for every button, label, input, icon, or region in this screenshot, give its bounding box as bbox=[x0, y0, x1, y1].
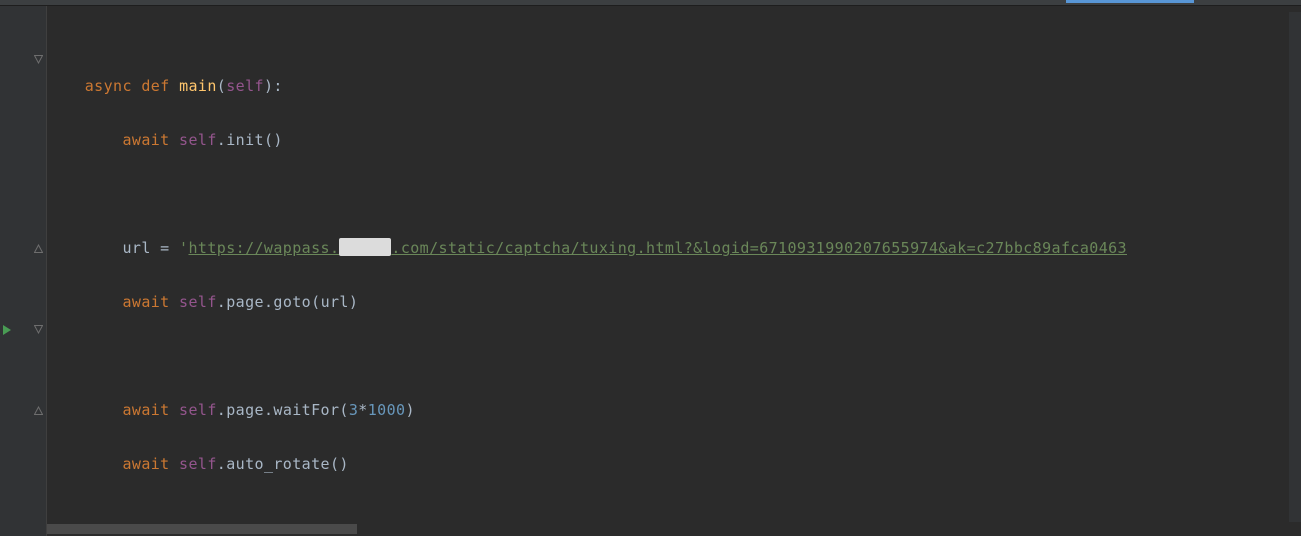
fold-toggle-icon[interactable] bbox=[0, 316, 47, 343]
keyword: def bbox=[141, 77, 169, 95]
self: self bbox=[226, 77, 264, 95]
top-bar-accent bbox=[1066, 0, 1194, 3]
horizontal-scrollbar[interactable] bbox=[47, 522, 1301, 536]
code-line[interactable]: url = 'https://wappass..com/static/captc… bbox=[47, 235, 1301, 262]
error-stripe[interactable] bbox=[1289, 12, 1301, 536]
fold-toggle-icon[interactable] bbox=[0, 46, 47, 73]
code-line[interactable]: async def main(self): bbox=[47, 73, 1301, 100]
keyword: async bbox=[85, 77, 132, 95]
code-line[interactable]: await self.init() bbox=[47, 127, 1301, 154]
function-name: main bbox=[179, 77, 217, 95]
code-line[interactable] bbox=[47, 343, 1301, 370]
code-line[interactable] bbox=[47, 181, 1301, 208]
redacted-block bbox=[339, 238, 391, 256]
horizontal-scroll-thumb[interactable] bbox=[47, 524, 357, 534]
editor-wrap: async def main(self): await self.init() … bbox=[0, 6, 1301, 536]
code-line[interactable]: await self.page.waitFor(3*1000) bbox=[47, 397, 1301, 424]
url-string: https://wappass. bbox=[188, 239, 339, 257]
code-line[interactable]: await self.page.goto(url) bbox=[47, 289, 1301, 316]
code-editor[interactable]: async def main(self): await self.init() … bbox=[47, 6, 1301, 536]
gutter bbox=[0, 6, 47, 536]
fold-close-icon[interactable] bbox=[0, 397, 47, 424]
code-line[interactable]: await self.auto_rotate() bbox=[47, 451, 1301, 478]
fold-close-icon[interactable] bbox=[0, 235, 47, 262]
